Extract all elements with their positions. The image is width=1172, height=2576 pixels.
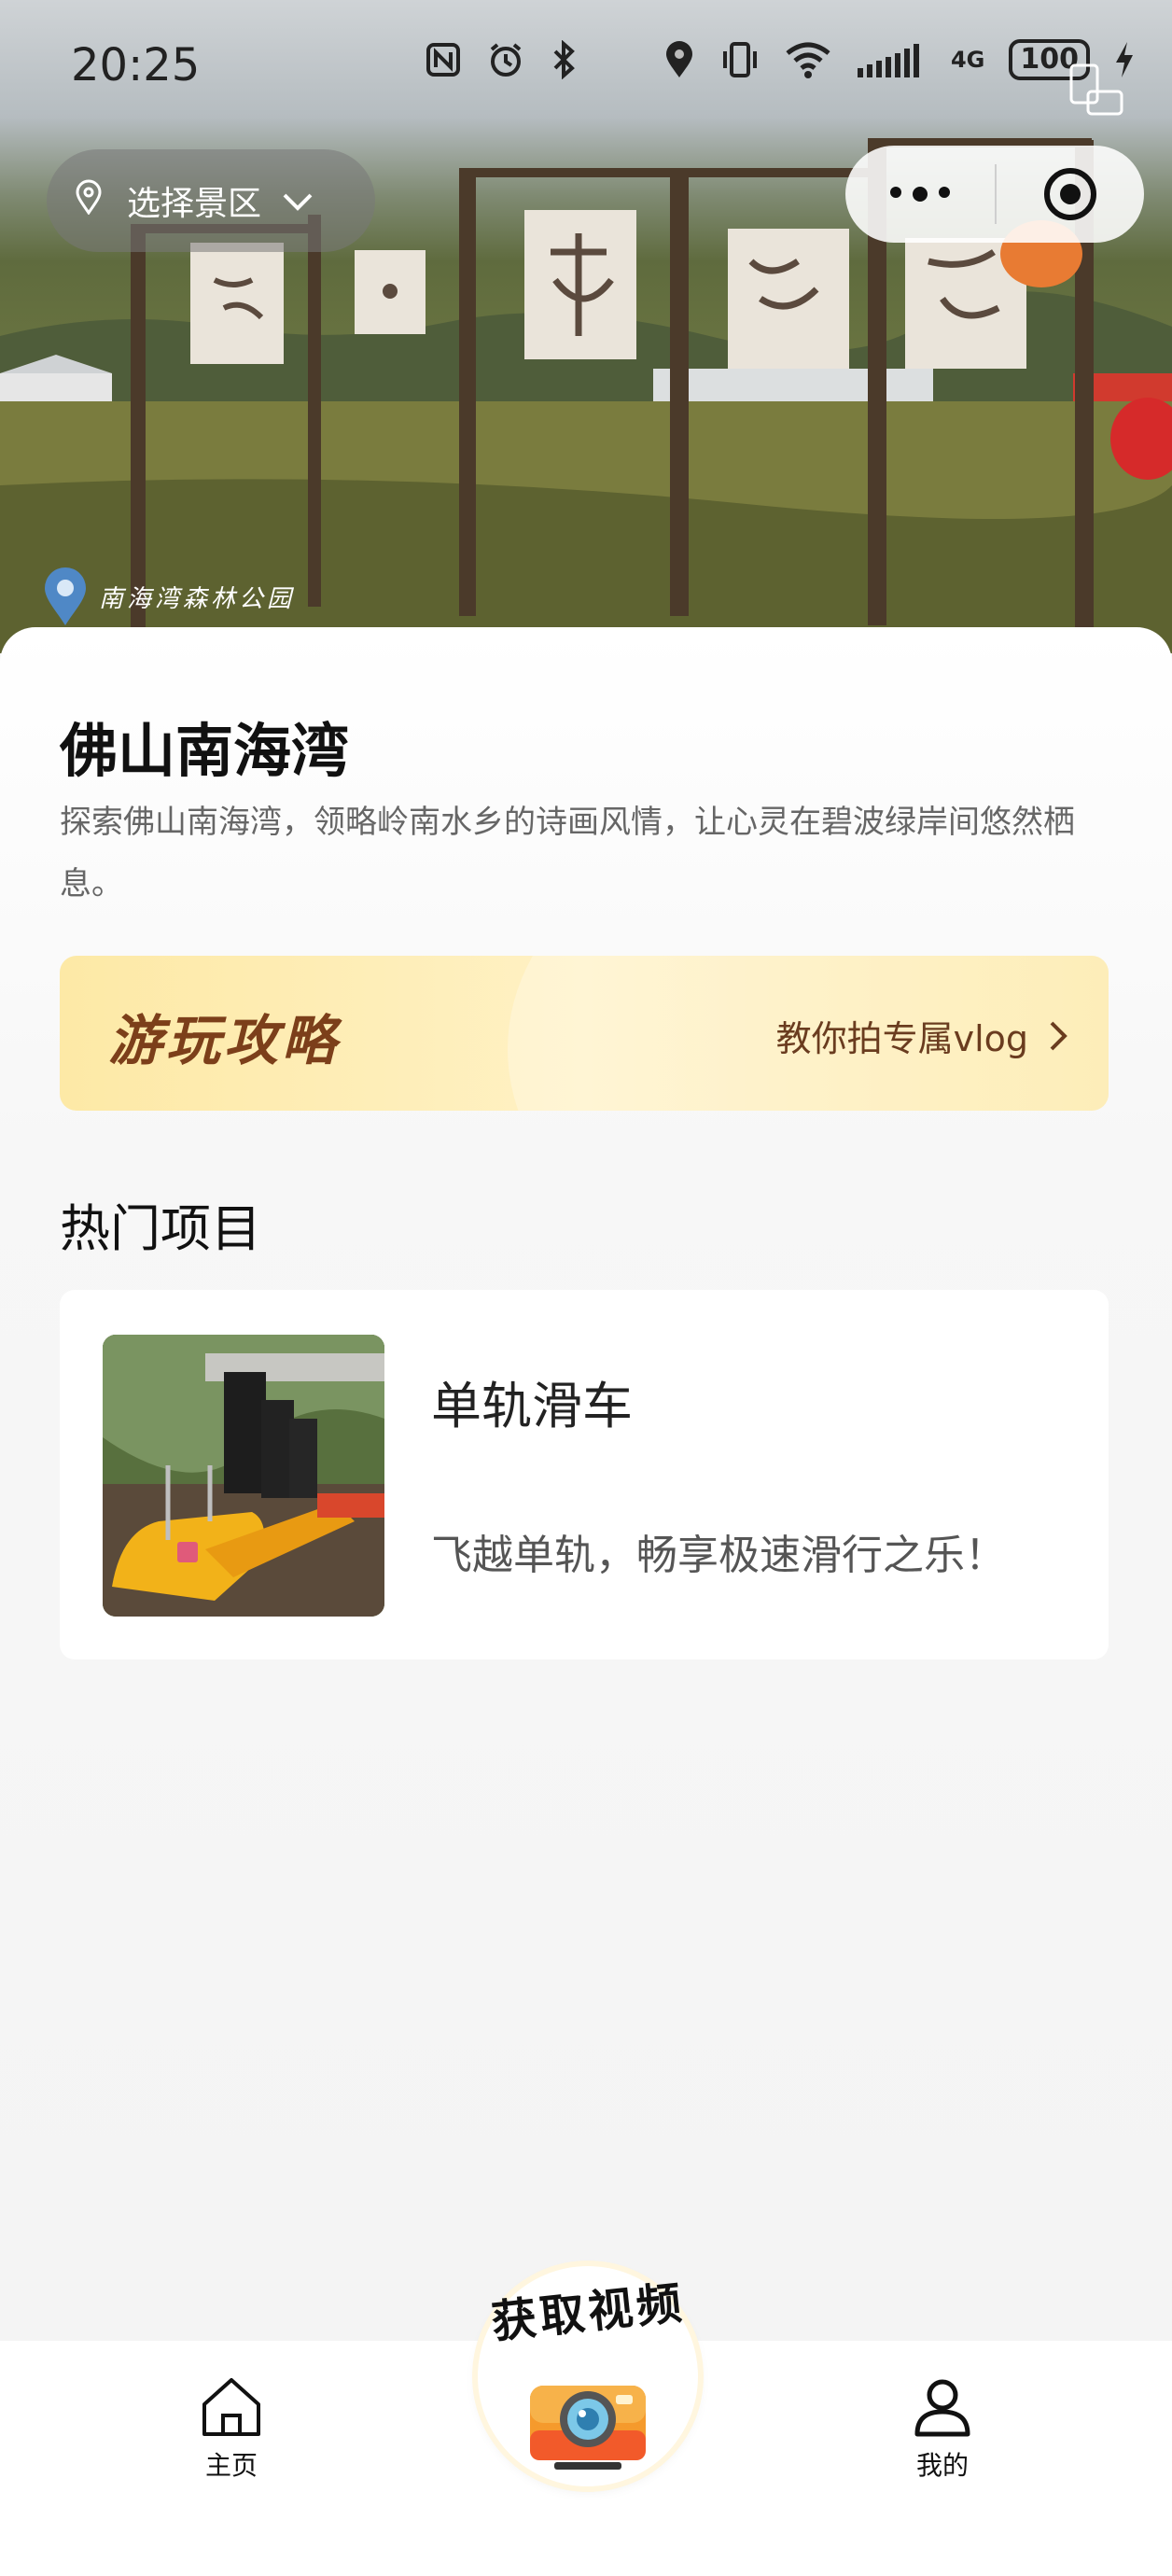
window-mode-icon[interactable] [1067,62,1127,125]
chevron-right-icon [1050,1021,1067,1050]
tab-home-label: 主页 [204,2450,258,2481]
more-menu-button[interactable] [845,187,995,202]
location-picker[interactable]: 选择景区 [47,149,375,252]
tab-home[interactable]: 主页 [166,2374,297,2483]
hero-banner-image: 20:25 4G 100 选择景区 南海湾森林公园 [0,0,1172,653]
page-title: 佛山南海湾 [60,717,350,785]
watermark-text: 南海湾森林公园 [99,584,296,613]
more-dot-icon [890,187,901,198]
status-bar: 20:25 4G 100 [0,0,1172,131]
section-title-popular: 热门项目 [60,1199,261,1258]
guide-banner-title: 游玩攻略 [108,1009,341,1072]
close-miniprogram-button[interactable] [997,165,1144,223]
scenic-detail-card: 佛山南海湾 探索佛山南海湾，领略岭南水乡的诗画风情，让心灵在碧波绿岸间悠然栖息。… [0,627,1172,2341]
location-status-icon [663,40,695,79]
target-close-icon [1044,168,1096,220]
location-picker-label: 选择景区 [127,185,262,223]
vibrate-icon [719,40,760,79]
photo-watermark: 南海湾森林公园 [41,566,295,627]
page-description: 探索佛山南海湾，领略岭南水乡的诗画风情，让心灵在碧波绿岸间悠然栖息。 [60,804,1075,903]
chevron-down-icon [282,182,314,220]
item-thumbnail-image [103,1335,384,1617]
nfc-icon [425,41,462,78]
more-dot-icon [939,187,950,198]
user-icon [914,2379,970,2437]
list-item[interactable]: 单轨滑车 飞越单轨，畅享极速滑行之乐！ [60,1290,1109,1659]
camera-icon [530,2386,646,2470]
home-icon [202,2378,260,2436]
tab-mine-label: 我的 [915,2450,969,2481]
bluetooth-icon [550,40,578,79]
get-video-button[interactable]: 获取视频 [478,2266,698,2486]
map-pin-icon [45,567,86,625]
status-icons: 4G 100 [425,39,1135,80]
item-name: 单轨滑车 [431,1377,633,1435]
app-page: 20:25 4G 100 选择景区 南海湾森林公园 佛山南海湾 探索佛山南海湾，… [0,0,1172,2576]
network-4g-indicator: 4G [950,47,985,73]
more-dot-icon [913,187,928,202]
alarm-icon [486,40,525,79]
location-pin-icon [75,179,103,223]
tab-mine[interactable]: 我的 [877,2374,1008,2483]
status-time: 20:25 [71,39,201,91]
guide-banner-link-label: 教你拍专属vlog [775,1018,1028,1059]
signal-icon [856,40,927,79]
guide-banner[interactable]: 游玩攻略 教你拍专属vlog [60,956,1109,1111]
guide-banner-link[interactable]: 教你拍专属vlog [776,1010,1067,1061]
miniprogram-capsule [845,146,1144,243]
item-description: 飞越单轨，畅享极速滑行之乐！ [431,1532,1006,1579]
wifi-icon [785,40,831,79]
